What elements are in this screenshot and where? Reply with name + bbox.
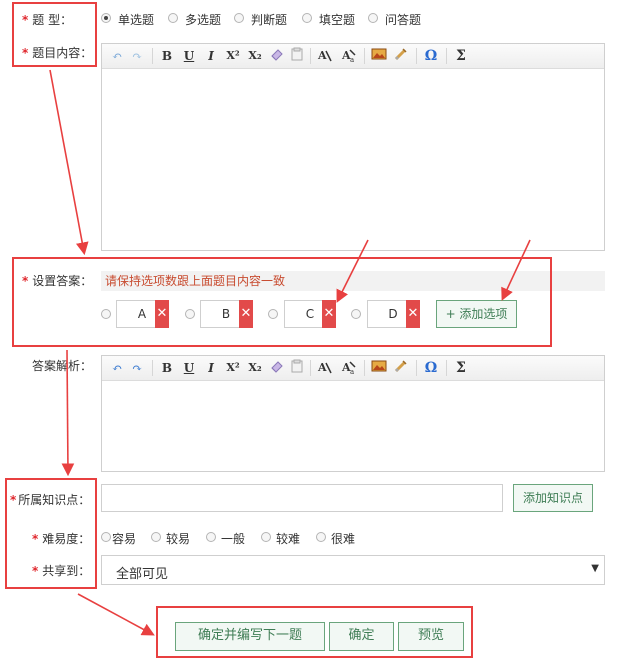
annotation-arrow bbox=[336, 239, 369, 303]
annotation-arrow bbox=[77, 593, 155, 636]
annotation-arrow bbox=[61, 349, 75, 477]
annotation-arrows bbox=[49, 69, 531, 636]
annotation-arrow bbox=[49, 69, 89, 256]
annotation-arrow bbox=[501, 239, 531, 301]
